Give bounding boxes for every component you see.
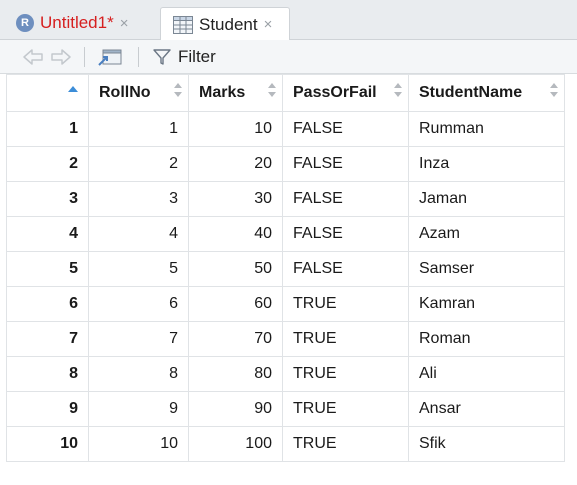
cell-studentname: Kamran: [408, 286, 565, 322]
cell-marks: 60: [188, 286, 283, 322]
filter-icon[interactable]: [152, 48, 172, 66]
r-script-icon: R: [16, 14, 34, 32]
column-header-rollno[interactable]: RollNo: [88, 74, 189, 112]
column-header-studentname[interactable]: StudentName: [408, 74, 565, 112]
cell-studentname: Rumman: [408, 111, 565, 147]
row-number: 1: [6, 111, 89, 147]
cell-rollno: 10: [88, 426, 189, 462]
cell-marks: 20: [188, 146, 283, 182]
header-row: RollNo Marks PassOrFail StudentName: [6, 74, 565, 112]
column-header-label: RollNo: [99, 84, 151, 101]
cell-passorfail: TRUE: [282, 391, 409, 427]
table-row: 5 5 50 FALSE Samser: [6, 251, 565, 287]
table-row: 3 3 30 FALSE Jaman: [6, 181, 565, 217]
column-header-label: PassOrFail: [293, 84, 377, 101]
cell-studentname: Ansar: [408, 391, 565, 427]
toolbar-separator: [84, 47, 85, 67]
close-icon[interactable]: ×: [120, 15, 129, 32]
row-number: 9: [6, 391, 89, 427]
cell-passorfail: FALSE: [282, 181, 409, 217]
forward-arrow-icon[interactable]: [50, 48, 72, 66]
cell-passorfail: TRUE: [282, 286, 409, 322]
grid-footer: [0, 470, 577, 485]
row-number: 6: [6, 286, 89, 322]
sort-icon: [268, 83, 276, 97]
cell-studentname: Ali: [408, 356, 565, 392]
cell-marks: 10: [188, 111, 283, 147]
cell-rollno: 9: [88, 391, 189, 427]
cell-studentname: Azam: [408, 216, 565, 252]
cell-studentname: Jaman: [408, 181, 565, 217]
viewer-toolbar: Filter: [0, 40, 577, 74]
table-row: 4 4 40 FALSE Azam: [6, 216, 565, 252]
cell-marks: 100: [188, 426, 283, 462]
column-header-label: StudentName: [419, 84, 523, 101]
tab-student[interactable]: Student ×: [160, 7, 290, 41]
cell-marks: 80: [188, 356, 283, 392]
cell-passorfail: FALSE: [282, 216, 409, 252]
row-number: 7: [6, 321, 89, 357]
sort-icon: [174, 83, 182, 97]
filter-button[interactable]: Filter: [178, 47, 216, 67]
column-header-row-index[interactable]: [6, 74, 89, 112]
table-row: 6 6 60 TRUE Kamran: [6, 286, 565, 322]
row-number: 2: [6, 146, 89, 182]
table-row: 1 1 10 FALSE Rumman: [6, 111, 565, 147]
cell-marks: 90: [188, 391, 283, 427]
cell-studentname: Roman: [408, 321, 565, 357]
back-arrow-icon[interactable]: [22, 48, 44, 66]
cell-marks: 30: [188, 181, 283, 217]
sort-ascending-icon: [68, 86, 78, 92]
close-icon[interactable]: ×: [264, 16, 273, 33]
cell-studentname: Sfik: [408, 426, 565, 462]
sort-icon: [550, 83, 558, 97]
table-row: 9 9 90 TRUE Ansar: [6, 391, 565, 427]
cell-rollno: 6: [88, 286, 189, 322]
row-number: 8: [6, 356, 89, 392]
table-row: 10 10 100 TRUE Sfik: [6, 426, 565, 462]
cell-studentname: Inza: [408, 146, 565, 182]
cell-rollno: 5: [88, 251, 189, 287]
table-row: 8 8 80 TRUE Ali: [6, 356, 565, 392]
cell-passorfail: FALSE: [282, 146, 409, 182]
cell-marks: 70: [188, 321, 283, 357]
cell-rollno: 4: [88, 216, 189, 252]
tab-label: Untitled1*: [40, 13, 114, 32]
cell-studentname: Samser: [408, 251, 565, 287]
data-grid: RollNo Marks PassOrFail StudentName 1 1 …: [6, 74, 565, 462]
table-row: 2 2 20 FALSE Inza: [6, 146, 565, 182]
popout-icon[interactable]: [98, 48, 124, 68]
cell-passorfail: FALSE: [282, 251, 409, 287]
column-header-passorfail[interactable]: PassOrFail: [282, 74, 409, 112]
toolbar-separator: [138, 47, 139, 67]
table-row: 7 7 70 TRUE Roman: [6, 321, 565, 357]
cell-rollno: 1: [88, 111, 189, 147]
cell-passorfail: TRUE: [282, 321, 409, 357]
cell-rollno: 2: [88, 146, 189, 182]
cell-passorfail: TRUE: [282, 356, 409, 392]
row-number: 10: [6, 426, 89, 462]
cell-marks: 50: [188, 251, 283, 287]
tab-label: Student: [199, 14, 258, 34]
cell-passorfail: FALSE: [282, 111, 409, 147]
row-number: 3: [6, 181, 89, 217]
editor-tab-bar: R Untitled1* × Student ×: [0, 0, 577, 41]
cell-rollno: 7: [88, 321, 189, 357]
tab-untitled1[interactable]: R Untitled1* ×: [10, 6, 160, 40]
cell-rollno: 8: [88, 356, 189, 392]
sort-icon: [394, 83, 402, 97]
cell-marks: 40: [188, 216, 283, 252]
column-header-label: Marks: [199, 84, 246, 101]
data-grid-icon: [173, 15, 193, 34]
row-number: 4: [6, 216, 89, 252]
row-number: 5: [6, 251, 89, 287]
cell-rollno: 3: [88, 181, 189, 217]
cell-passorfail: TRUE: [282, 426, 409, 462]
column-header-marks[interactable]: Marks: [188, 74, 283, 112]
